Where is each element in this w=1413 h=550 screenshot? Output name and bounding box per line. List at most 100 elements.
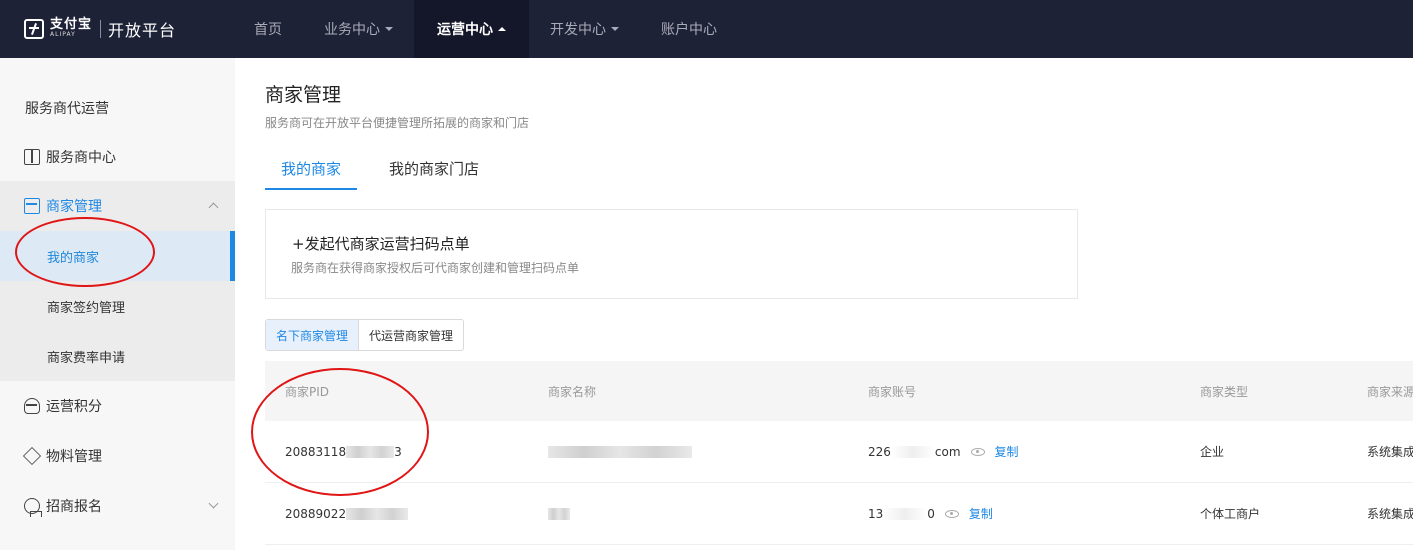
redacted-block — [890, 445, 935, 458]
tab-label: 我的商家门店 — [389, 160, 480, 178]
nav-developer-center-label: 开发中心 — [550, 22, 606, 38]
merchant-tabs: 我的商家 我的商家门店 — [265, 158, 511, 190]
redacted-block — [548, 445, 692, 458]
column-header-type: 商家类型 — [1200, 384, 1249, 399]
sidebar: 服务商代运营 服务商中心 商家管理 我的商家 商家签约管理 商家费率申请 运营积… — [0, 58, 235, 550]
caret-up-icon — [498, 27, 506, 31]
account-visible-suffix: 0 — [927, 506, 935, 521]
sidebar-subitem-my-merchants[interactable]: 我的商家 — [0, 231, 235, 281]
main-content: 商家管理 服务商可在开放平台便捷管理所拓展的商家和门店 我的商家 我的商家门店 … — [235, 58, 1413, 550]
sidebar-item-label: 商家管理 — [46, 199, 102, 215]
box-icon — [22, 446, 42, 466]
sidebar-group-merchant: 商家管理 我的商家 商家签约管理 商家费率申请 — [0, 181, 235, 381]
table-row: 20883118 3 226 com 复制 企业 系统集成 — [265, 421, 1413, 483]
sidebar-item-label: 招商报名 — [46, 499, 102, 515]
account-visible-suffix: com — [934, 444, 961, 459]
pid-visible-part: 20883118 — [285, 444, 347, 459]
table-header: 商家PID 商家名称 商家账号 商家类型 商家来源 — [265, 361, 1413, 421]
sidebar-item-agent-operations[interactable]: 服务商代运营 — [0, 83, 235, 133]
scan-order-description: 服务商在获得商家授权后可代商家创建和管理扫码点单 — [291, 261, 580, 275]
sidebar-item-provider-center[interactable]: 服务商中心 — [0, 132, 235, 182]
caret-down-icon — [611, 27, 619, 31]
nav-operations-center-label: 运营中心 — [437, 22, 493, 38]
chevron-up-icon — [208, 202, 219, 213]
table-row: 20889022 13 0 复制 个体工商户 系统集成 — [265, 483, 1413, 545]
nav-account-center-label: 账户中心 — [661, 22, 717, 38]
panel-icon — [24, 149, 40, 165]
merchant-type: 企业 — [1200, 445, 1225, 459]
logo-divider — [100, 20, 102, 38]
merchant-source: 系统集成 — [1367, 507, 1413, 521]
sidebar-subitem-label: 商家费率申请 — [47, 350, 126, 366]
caret-down-icon — [385, 27, 393, 31]
column-header-name: 商家名称 — [548, 384, 597, 399]
page-title: 商家管理 — [265, 84, 342, 106]
account-visible-part: 226 — [868, 444, 891, 459]
column-header-pid: 商家PID — [285, 384, 330, 399]
sidebar-item-merchant-management[interactable]: 商家管理 — [0, 181, 235, 231]
nav-developer-center[interactable]: 开发中心 — [529, 0, 640, 58]
sidebar-item-label: 运营积分 — [46, 399, 102, 415]
sidebar-item-points[interactable]: 运营积分 — [0, 381, 235, 431]
tab-my-merchant-stores[interactable]: 我的商家门店 — [373, 158, 495, 188]
merchant-account: 13 0 复制 — [868, 483, 993, 544]
segment-label: 代运营商家管理 — [369, 328, 454, 343]
nav-account-center[interactable]: 账户中心 — [640, 0, 738, 58]
alipay-logo[interactable]: 支付宝 ALIPAY 开放平台 — [24, 18, 176, 40]
alipay-logo-icon — [24, 19, 44, 39]
tab-label: 我的商家 — [281, 160, 342, 178]
user-icon — [24, 498, 42, 517]
nav-business-center-label: 业务中心 — [324, 22, 380, 38]
merchant-scope-switch: 名下商家管理 代运营商家管理 — [265, 319, 465, 351]
page-subtitle: 服务商可在开放平台便捷管理所拓展的商家和门店 — [265, 116, 530, 130]
pid-visible-suffix: 3 — [394, 444, 402, 459]
merchant-name — [548, 483, 570, 544]
start-scan-order-link[interactable]: +发起代商家运营扫码点单 — [292, 233, 470, 254]
sidebar-subitem-label: 商家签约管理 — [47, 300, 126, 316]
redacted-block — [346, 445, 395, 458]
merchant-name — [548, 421, 692, 482]
sidebar-subitem-label: 我的商家 — [47, 250, 100, 266]
merchant-table: 商家PID 商家名称 商家账号 商家类型 商家来源 20883118 3 226… — [265, 361, 1413, 545]
merchant-type: 个体工商户 — [1200, 507, 1261, 521]
logo-en: ALIPAY — [50, 31, 76, 38]
segment-label: 名下商家管理 — [276, 328, 349, 343]
sidebar-subitem-contract-management[interactable]: 商家签约管理 — [0, 281, 235, 331]
redacted-block — [883, 507, 928, 520]
store-icon — [24, 198, 40, 214]
platform-name: 开放平台 — [108, 21, 177, 40]
sidebar-item-recruitment[interactable]: 招商报名 — [0, 481, 235, 531]
sidebar-item-materials[interactable]: 物料管理 — [0, 431, 235, 481]
nav-operations-center[interactable]: 运营中心 — [414, 0, 529, 58]
nav-business-center[interactable]: 业务中心 — [303, 0, 414, 58]
account-visible-part: 13 — [868, 506, 884, 521]
logo-text: 支付宝 ALIPAY — [50, 17, 93, 39]
column-header-source: 商家来源 — [1367, 384, 1413, 399]
merchant-pid: 20883118 3 — [285, 421, 402, 482]
redacted-block — [346, 507, 409, 520]
top-navbar: 支付宝 ALIPAY 开放平台 首页 业务中心 运营中心 开发中心 账户中心 — [0, 0, 1413, 58]
pid-visible-part: 20889022 — [285, 506, 347, 521]
merchant-account: 226 com 复制 — [868, 421, 1019, 482]
sidebar-item-label: 服务商中心 — [46, 150, 116, 166]
copy-link[interactable]: 复制 — [995, 443, 1019, 460]
sidebar-item-label: 物料管理 — [46, 449, 102, 465]
copy-link[interactable]: 复制 — [969, 505, 993, 522]
agent-merchants-button[interactable]: 代运营商家管理 — [359, 320, 463, 350]
scan-order-card: +发起代商家运营扫码点单 服务商在获得商家授权后可代商家创建和管理扫码点单 — [265, 209, 1078, 299]
merchant-pid: 20889022 — [285, 483, 409, 544]
eye-icon[interactable] — [970, 447, 985, 456]
sidebar-subitem-rate-application[interactable]: 商家费率申请 — [0, 331, 235, 381]
sidebar-item-label: 服务商代运营 — [25, 101, 109, 117]
logo-cn: 支付宝 — [50, 17, 93, 32]
nav-home[interactable]: 首页 — [233, 0, 303, 58]
redacted-block — [548, 507, 570, 520]
main-nav: 首页 业务中心 运营中心 开发中心 账户中心 — [233, 0, 738, 58]
nav-home-label: 首页 — [254, 22, 282, 38]
owned-merchants-button[interactable]: 名下商家管理 — [266, 320, 360, 350]
coins-icon — [24, 398, 40, 414]
tab-my-merchants[interactable]: 我的商家 — [265, 158, 358, 190]
column-header-account: 商家账号 — [868, 384, 917, 399]
chevron-down-icon — [208, 498, 219, 509]
eye-icon[interactable] — [944, 509, 959, 518]
